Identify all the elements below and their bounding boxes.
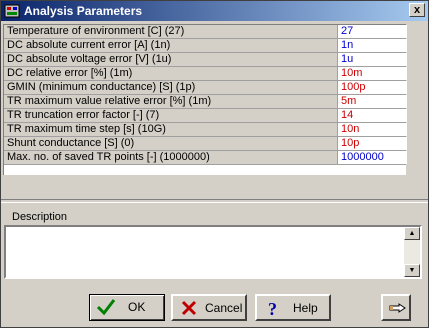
parameter-row[interactable]: TR maximum value relative error [%] (1m)… (4, 95, 407, 109)
parameter-name: Max. no. of saved TR points [-] (1000000… (4, 151, 338, 164)
parameter-name: DC absolute current error [A] (1n) (4, 39, 338, 52)
scroll-up-icon[interactable]: ▲ (404, 227, 420, 240)
svg-text:?: ? (268, 299, 277, 318)
parameter-name: GMIN (minimum conductance) [S] (1p) (4, 81, 338, 94)
parameter-row[interactable]: Max. no. of saved TR points [-] (1000000… (4, 151, 407, 165)
checkmark-icon (96, 299, 116, 316)
description-scrollbar[interactable]: ▲ ▼ (404, 227, 420, 277)
divider (1, 199, 428, 203)
parameter-name: Shunt conductance [S] (0) (4, 137, 338, 150)
parameter-name: TR maximum value relative error [%] (1m) (4, 95, 338, 108)
title-bar: Analysis Parameters x (1, 1, 428, 21)
parameter-row[interactable]: TR truncation error factor [-] (7) 14 (4, 109, 407, 123)
parameter-row[interactable]: Shunt conductance [S] (0) 10p (4, 137, 407, 151)
parameter-value[interactable]: 10m (339, 67, 407, 80)
parameter-value[interactable]: 10p (339, 137, 407, 150)
scroll-down-icon[interactable]: ▼ (404, 264, 420, 277)
parameter-value[interactable]: 27 (339, 25, 407, 38)
parameter-name: DC relative error [%] (1m) (4, 67, 338, 80)
parameter-name: DC absolute voltage error [V] (1u) (4, 53, 338, 66)
parameter-value[interactable]: 14 (339, 109, 407, 122)
parameter-value[interactable]: 100p (339, 81, 407, 94)
cancel-label: Cancel (205, 301, 243, 315)
parameter-name: TR maximum time step [s] (10G) (4, 123, 338, 136)
question-icon: ? (268, 299, 277, 318)
parameter-row[interactable]: Temperature of environment [C] (27) 27 (4, 25, 407, 39)
parameter-value[interactable]: 5m (339, 95, 407, 108)
parameter-value[interactable]: 1n (339, 39, 407, 52)
description-textarea[interactable]: ▲ ▼ (4, 225, 422, 279)
parameter-value[interactable]: 10n (339, 123, 407, 136)
parameter-row[interactable]: DC absolute voltage error [V] (1u) 1u (4, 53, 407, 67)
window-title: Analysis Parameters (24, 4, 143, 18)
ok-label: OK (128, 300, 146, 314)
parameter-value[interactable]: 1000000 (339, 151, 407, 164)
parameters-grid: Temperature of environment [C] (27) 27 D… (3, 24, 407, 175)
x-icon (181, 300, 197, 316)
description-label: Description (12, 211, 68, 223)
parameter-row[interactable]: DC absolute current error [A] (1n) 1n (4, 39, 407, 53)
parameter-row[interactable]: DC relative error [%] (1m) 10m (4, 67, 407, 81)
ok-button[interactable]: OK (89, 294, 165, 321)
parameter-name: Temperature of environment [C] (27) (4, 25, 338, 38)
close-button[interactable]: x (409, 3, 425, 17)
analysis-parameters-dialog: Analysis Parameters x Temperature of env… (0, 0, 429, 328)
parameter-value[interactable]: 1u (339, 53, 407, 66)
help-label: Help (293, 301, 318, 315)
parameter-row[interactable]: GMIN (minimum conductance) [S] (1p) 100p (4, 81, 407, 95)
cancel-button[interactable]: Cancel (171, 294, 247, 321)
parameter-name: TR truncation error factor [-] (7) (4, 109, 338, 122)
parameter-row[interactable]: TR maximum time step [s] (10G) 10n (4, 123, 407, 137)
app-icon (4, 4, 20, 18)
hand-pointer-icon (389, 303, 406, 313)
help-button[interactable]: ? Help (255, 294, 331, 321)
pointer-button[interactable] (381, 294, 411, 321)
